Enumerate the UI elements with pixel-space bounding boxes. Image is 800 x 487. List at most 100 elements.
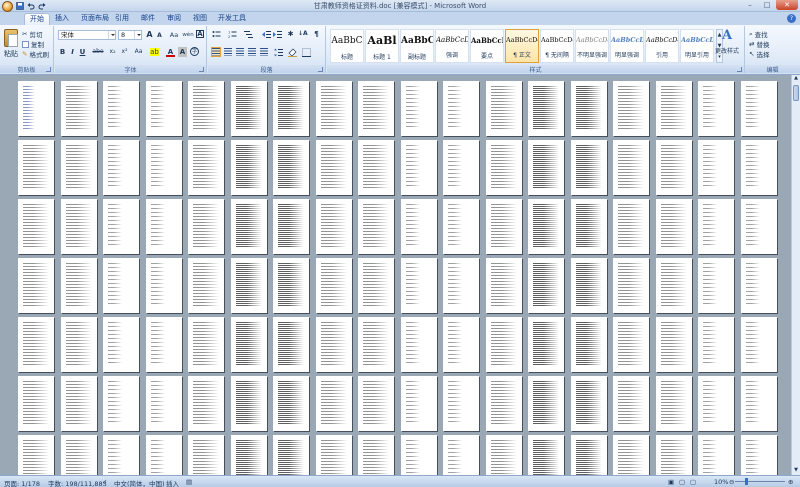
page-thumbnail[interactable]	[103, 258, 139, 313]
page-thumbnail[interactable]	[231, 376, 267, 431]
help-icon[interactable]: ?	[787, 14, 796, 23]
style-intense-quote[interactable]: AaBbCcDc 明显引用	[680, 29, 714, 63]
page-thumbnail[interactable]	[188, 258, 224, 313]
page-thumbnail[interactable]	[741, 258, 777, 313]
tab-review[interactable]: 审阅	[162, 13, 186, 25]
page-thumbnail[interactable]	[571, 140, 607, 195]
change-case-button[interactable]: Aa	[133, 47, 144, 57]
page-thumbnail[interactable]	[358, 376, 394, 431]
page-thumbnail[interactable]	[613, 435, 649, 475]
page-thumbnail[interactable]	[741, 199, 777, 254]
style-normal[interactable]: AaBbCcDc ¶ 正文	[505, 29, 539, 63]
font-size-select[interactable]: 8	[118, 30, 142, 40]
web-layout-icon[interactable]: ▢	[690, 478, 696, 486]
page-thumbnail[interactable]	[61, 376, 97, 431]
numbering-icon[interactable]: 12	[228, 30, 237, 39]
page-thumbnail[interactable]	[528, 199, 564, 254]
paste-button[interactable]: 粘贴	[3, 29, 19, 63]
page-thumbnail[interactable]	[401, 81, 437, 136]
clear-formatting-button[interactable]: Aa	[168, 30, 180, 40]
shading-icon[interactable]	[288, 48, 297, 57]
page-thumbnail[interactable]	[401, 199, 437, 254]
copy-button[interactable]: 复制	[22, 39, 44, 49]
maximize-button[interactable]: □	[759, 0, 775, 10]
page-thumbnail[interactable]	[273, 317, 309, 372]
page-thumbnail[interactable]	[528, 81, 564, 136]
page-thumbnail[interactable]	[188, 81, 224, 136]
select-button[interactable]: ↖ 选择	[749, 49, 769, 59]
page-thumbnail[interactable]	[273, 258, 309, 313]
tab-developer[interactable]: 开发工具	[213, 13, 251, 25]
align-center-icon[interactable]	[224, 48, 232, 56]
document-area[interactable]	[0, 75, 791, 475]
page-thumbnail[interactable]	[528, 140, 564, 195]
page-thumbnail[interactable]	[443, 199, 479, 254]
tab-home[interactable]: 开始	[24, 13, 50, 25]
page-thumbnail[interactable]	[698, 140, 734, 195]
page-thumbnail[interactable]	[613, 258, 649, 313]
style-subtitle[interactable]: AaBbC 副标题	[400, 29, 434, 63]
close-button[interactable]: ✕	[776, 0, 798, 10]
page-thumbnail[interactable]	[486, 435, 522, 475]
justify-icon[interactable]	[248, 48, 256, 56]
page-thumbnail[interactable]	[188, 435, 224, 475]
page-thumbnail[interactable]	[571, 435, 607, 475]
page-thumbnail[interactable]	[528, 376, 564, 431]
page-thumbnail[interactable]	[18, 435, 54, 475]
tab-view[interactable]: 视图	[188, 13, 212, 25]
font-launcher-icon[interactable]	[199, 67, 204, 72]
distributed-icon[interactable]	[260, 48, 268, 56]
page-thumbnail[interactable]	[571, 317, 607, 372]
superscript-button[interactable]: x²	[119, 47, 130, 57]
print-layout-icon[interactable]: ▣	[668, 478, 674, 486]
borders-icon[interactable]	[302, 48, 311, 57]
page-thumbnail[interactable]	[528, 317, 564, 372]
page-thumbnail[interactable]	[103, 199, 139, 254]
page-thumbnail[interactable]	[316, 435, 352, 475]
page-thumbnail[interactable]	[273, 140, 309, 195]
page-thumbnail[interactable]	[443, 140, 479, 195]
font-name-select[interactable]: 宋体	[58, 30, 116, 40]
page-thumbnail[interactable]	[273, 81, 309, 136]
tab-insert[interactable]: 插入	[50, 13, 74, 25]
page-thumbnail[interactable]	[698, 199, 734, 254]
shrink-font-button[interactable]: A	[155, 31, 164, 41]
page-thumbnail[interactable]	[146, 81, 182, 136]
tab-references[interactable]: 引用	[110, 13, 134, 25]
page-thumbnail[interactable]	[188, 317, 224, 372]
page-thumbnail[interactable]	[316, 258, 352, 313]
tab-mailings[interactable]: 邮件	[136, 13, 160, 25]
style-subtle-emphasis[interactable]: AaBbCcDc 不明显强调	[575, 29, 609, 63]
grow-font-button[interactable]: A	[145, 30, 154, 40]
page-thumbnail[interactable]	[741, 376, 777, 431]
bullets-icon[interactable]	[212, 30, 221, 39]
page-thumbnail[interactable]	[316, 376, 352, 431]
page-thumbnail[interactable]	[18, 199, 54, 254]
page-thumbnail[interactable]	[486, 140, 522, 195]
page-thumbnail[interactable]	[231, 435, 267, 475]
underline-button[interactable]: U	[78, 47, 87, 57]
sort-icon[interactable]: ↓A	[298, 29, 308, 39]
page-thumbnail[interactable]	[656, 199, 692, 254]
page-thumbnail[interactable]	[358, 435, 394, 475]
page-indicator[interactable]: 页面: 1/178	[4, 478, 40, 487]
page-thumbnail[interactable]	[656, 376, 692, 431]
page-thumbnail[interactable]	[443, 317, 479, 372]
phonetic-guide-button[interactable]: wén	[182, 30, 194, 40]
page-thumbnail[interactable]	[146, 140, 182, 195]
style-intense-emphasis[interactable]: AaBbCcDc 明显强调	[610, 29, 644, 63]
page-thumbnail[interactable]	[698, 317, 734, 372]
page-thumbnail[interactable]	[486, 81, 522, 136]
page-thumbnail[interactable]	[146, 376, 182, 431]
page-thumbnail[interactable]	[698, 258, 734, 313]
page-thumbnail[interactable]	[656, 140, 692, 195]
page-thumbnail[interactable]	[103, 435, 139, 475]
align-left-icon[interactable]	[211, 47, 221, 57]
spelling-icon[interactable]: ✓	[102, 478, 107, 486]
style-quote[interactable]: AaBbCcDc 引用	[645, 29, 679, 63]
show-marks-icon[interactable]: ¶	[312, 29, 321, 39]
page-thumbnail[interactable]	[571, 81, 607, 136]
page-thumbnail[interactable]	[401, 317, 437, 372]
page-thumbnail[interactable]	[358, 258, 394, 313]
page-thumbnail[interactable]	[401, 376, 437, 431]
